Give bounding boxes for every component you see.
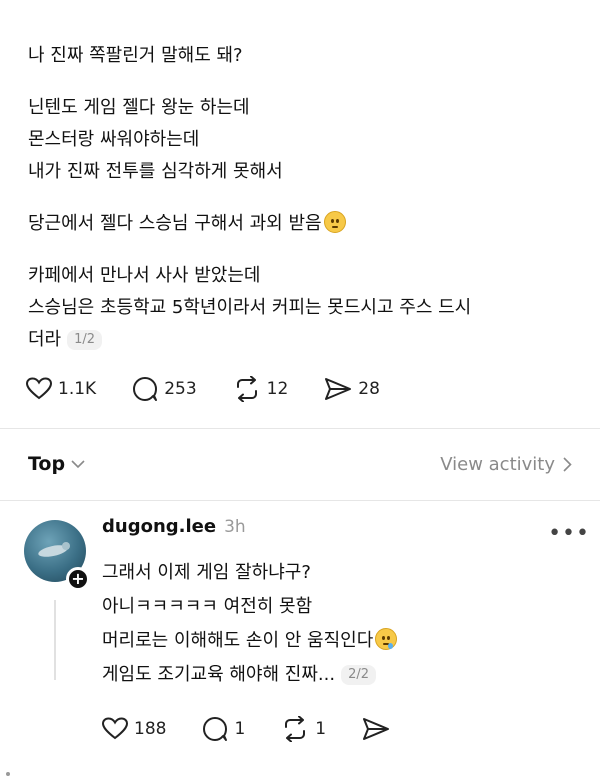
repost-icon — [236, 376, 257, 402]
replies-header: Top View activity — [28, 448, 572, 480]
post-text-line: 닌텐도 게임 젤다 왕눈 하는데 — [28, 97, 250, 118]
reply-text-line-with-emoji: 머리로는 이해해도 손이 안 움직인다 — [102, 624, 398, 658]
reply-username[interactable]: dugong.lee — [102, 516, 216, 537]
chevron-right-icon — [563, 456, 572, 472]
repost-count: 12 — [266, 379, 289, 399]
like-button[interactable]: 1.1K — [26, 377, 96, 401]
post-text: 더라 — [28, 329, 62, 350]
repost-button[interactable]: 12 — [233, 376, 289, 402]
more-icon[interactable]: ••• — [548, 521, 590, 546]
thread-line — [54, 600, 56, 680]
reply-text: 머리로는 이해해도 손이 안 움직인다 — [102, 630, 374, 651]
divider — [0, 428, 600, 429]
post-text-line: 스승님은 초등학교 5학년이라서 커피는 못드시고 주스 드시 — [28, 297, 472, 318]
shy-face-emoji-icon — [323, 211, 346, 233]
avatar-image-detail — [62, 542, 70, 550]
scroll-indicator — [6, 772, 10, 776]
view-activity-label: View activity — [440, 453, 555, 475]
post-text-line: 나 진짜 쪽팔린거 말해도 돼? — [28, 45, 243, 66]
post-text-line: 카페에서 만나서 사사 받았는데 — [28, 265, 261, 286]
sort-dropdown[interactable]: Top — [28, 453, 85, 475]
like-count: 1.1K — [58, 379, 97, 399]
comment-count: 1 — [234, 719, 246, 739]
share-count: 28 — [358, 379, 380, 399]
like-button[interactable]: 188 — [102, 717, 166, 741]
comment-button[interactable]: 1 — [202, 716, 245, 742]
reply-body: 그래서 이제 게임 잘하냐구? 아니ㅋㅋㅋㅋㅋ 여전히 못함 머리로는 이해해도… — [102, 556, 398, 692]
view-activity-link[interactable]: View activity — [440, 454, 572, 475]
share-icon — [325, 378, 352, 400]
post-paragraph-1: 나 진짜 쪽팔린거 말해도 돼? — [28, 40, 243, 72]
reply-actions: 188 1 1 — [102, 716, 426, 742]
repost-button[interactable]: 1 — [281, 716, 326, 742]
post-text-line: 몬스터랑 싸워야하는데 — [28, 129, 200, 150]
reply-time: 3h — [224, 517, 246, 537]
heart-icon — [102, 717, 128, 740]
drooling-face-emoji-icon — [375, 628, 398, 650]
like-count: 188 — [134, 719, 167, 739]
reply-text-line: 그래서 이제 게임 잘하냐구? — [102, 562, 311, 583]
chevron-down-icon — [71, 459, 85, 468]
post-paragraph-3: 당근에서 젤다 스승님 구해서 과외 받음 — [28, 208, 346, 240]
heart-icon — [26, 377, 52, 400]
post-paragraph-2: 닌텐도 게임 젤다 왕눈 하는데 몬스터랑 싸워야하는데 내가 진짜 전투를 심… — [28, 92, 283, 188]
post-text-line-with-emoji: 당근에서 젤다 스승님 구해서 과외 받음 — [28, 208, 346, 240]
repost-icon — [285, 716, 306, 742]
comment-button[interactable]: 253 — [132, 376, 197, 402]
follow-plus-icon[interactable]: + — [66, 567, 90, 591]
post-text-line: 더라 1/2 — [28, 324, 471, 356]
post-text-line: 내가 진짜 전투를 심각하게 못해서 — [28, 161, 283, 182]
sort-label: Top — [28, 453, 66, 475]
share-button[interactable] — [362, 717, 390, 741]
share-button[interactable]: 28 — [324, 377, 380, 401]
page-indicator: 2/2 — [341, 665, 376, 685]
post-text: 당근에서 젤다 스승님 구해서 과외 받음 — [28, 213, 322, 234]
repost-count: 1 — [315, 719, 327, 739]
comment-icon — [133, 377, 158, 401]
reply-text: 게임도 조기교육 해야해 진짜... — [102, 664, 336, 685]
comment-count: 253 — [164, 379, 197, 399]
page-indicator: 1/2 — [67, 330, 103, 350]
post-actions: 1.1K 253 12 28 — [26, 376, 416, 402]
reply-text-line: 아니ㅋㅋㅋㅋㅋ 여전히 못함 — [102, 596, 313, 617]
share-icon — [363, 718, 390, 740]
comment-icon — [203, 717, 228, 741]
reply-text-line: 게임도 조기교육 해야해 진짜... 2/2 — [102, 658, 397, 692]
divider — [0, 500, 600, 501]
post-paragraph-4: 카페에서 만나서 사사 받았는데 스승님은 초등학교 5학년이라서 커피는 못드… — [28, 260, 471, 356]
reply-header: dugong.lee 3h — [102, 516, 572, 550]
